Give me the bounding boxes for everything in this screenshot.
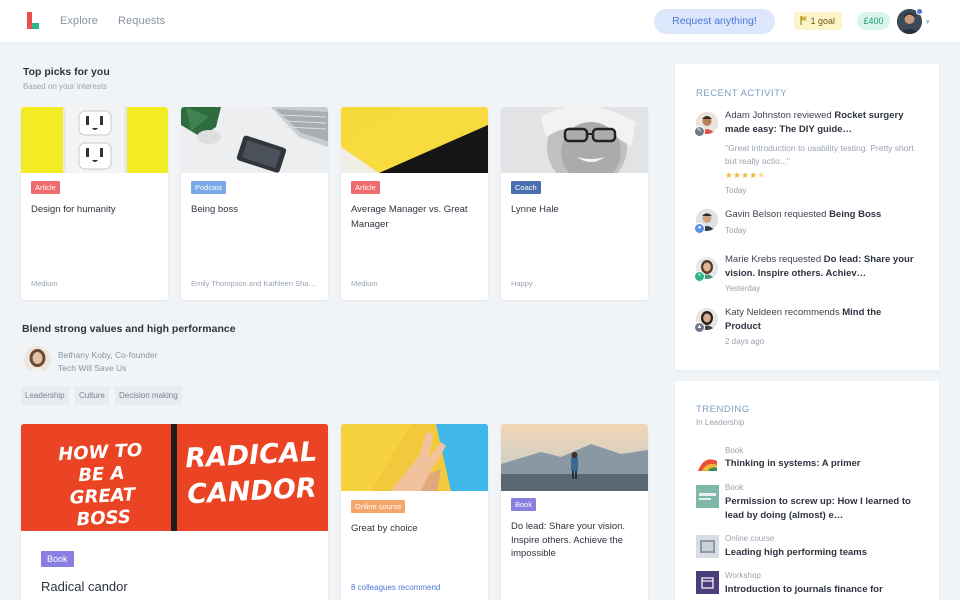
trending-title: TRENDING	[696, 404, 750, 415]
card-image	[501, 424, 648, 491]
pick-card-being-boss[interactable]: Podcast Being boss Emily Thompson and Ka…	[181, 107, 328, 300]
card-title: Lynne Hale	[511, 204, 559, 215]
activity-target-link[interactable]: Being Boss	[829, 209, 881, 220]
trending-type: Workshop	[725, 571, 761, 580]
author-name[interactable]: Bethany Koby, Co-founder	[58, 350, 158, 360]
activity-text: Gavin Belson requested Being Boss	[725, 209, 882, 220]
card-title: Average Manager vs. Great Manager	[351, 204, 468, 230]
pick-card-lynne-hale[interactable]: Coach Lynne Hale Happy	[501, 107, 648, 300]
notification-dot	[916, 8, 923, 15]
goal-badge[interactable]: 1 goal	[794, 12, 843, 31]
request-badge-icon: ●	[694, 223, 705, 234]
trending-thumb	[696, 451, 719, 474]
top-bar: Explore Requests Request anything! 1 goa…	[0, 0, 960, 43]
request-anything-button[interactable]: Request anything!	[654, 9, 775, 34]
card-type-tag: Book	[511, 498, 537, 511]
card-type-tag: Article	[351, 181, 380, 194]
book-cover-left-text: HOW TO BE A GREAT BOSS	[57, 439, 143, 531]
request-badge-icon: +	[694, 271, 705, 282]
recommend-badge-icon: ▲	[694, 322, 705, 333]
blend-card-do-lead[interactable]: Book Do lead: Share your vision. Inspire…	[501, 424, 648, 600]
author-avatar[interactable]	[24, 346, 51, 373]
author-company: Tech Will Save Us	[58, 363, 127, 373]
card-image	[341, 424, 488, 491]
blend-title: Blend strong values and high performance	[22, 323, 236, 335]
recent-activity-panel: RECENT ACTIVITY ✎ Adam Johnston reviewed…	[675, 64, 939, 370]
card-type-tag: Article	[31, 181, 60, 194]
flag-icon	[800, 13, 808, 31]
trending-thumb	[696, 535, 719, 558]
star-rating-icon: ★★★★★	[725, 170, 766, 180]
activity-text: Katy Neldeen recommends Mind the Product	[725, 307, 882, 332]
trending-item-title[interactable]: Thinking in systems: A primer	[725, 457, 917, 471]
trending-item-title[interactable]: Permission to screw up: How I learned to…	[725, 495, 917, 523]
book-cover-image: HOW TO BE A GREAT BOSS RADICAL CANDOR	[21, 424, 328, 531]
goal-label: 1 goal	[810, 16, 836, 26]
chip-decision-making[interactable]: Decision making	[115, 386, 182, 405]
recent-activity-title: RECENT ACTIVITY	[696, 88, 788, 99]
activity-time: Today	[725, 186, 747, 195]
blend-card-great-by-choice[interactable]: Online course Great by choice 8 colleagu…	[341, 424, 488, 600]
top-picks-title: Top picks for you	[23, 66, 110, 78]
trending-item-title[interactable]: Introduction to journals finance for	[725, 583, 917, 597]
card-image	[341, 107, 488, 173]
trending-subtitle: In Leadership	[696, 418, 745, 427]
review-quote: "Great introduction to usability testing…	[725, 143, 914, 166]
activity-text: Adam Johnston reviewed Rocket surgery ma…	[725, 110, 904, 135]
activity-time: Yesterday	[725, 284, 761, 293]
card-image	[21, 107, 168, 173]
card-title: Being boss	[191, 204, 239, 215]
card-title: Do lead: Share your vision. Inspire othe…	[511, 521, 626, 559]
chevron-down-icon[interactable]: ▾	[926, 18, 930, 26]
chip-culture[interactable]: Culture	[75, 386, 109, 405]
balance-badge[interactable]: £400	[857, 12, 890, 30]
trending-type: Book	[725, 483, 744, 492]
card-title: Design for humanity	[31, 204, 116, 215]
book-cover-right-text: RADICAL CANDOR	[184, 436, 318, 511]
card-type-tag: Podcast	[191, 181, 227, 194]
pick-card-average-manager[interactable]: Article Average Manager vs. Great Manage…	[341, 107, 488, 300]
card-title: Great by choice	[351, 523, 418, 534]
card-image	[501, 107, 648, 173]
review-badge-icon: ✎	[694, 126, 705, 137]
activity-time: 2 days ago	[725, 337, 765, 346]
chip-leadership[interactable]: Leadership	[21, 386, 69, 405]
colleagues-recommend-link[interactable]: 8 colleagues recommend	[351, 583, 440, 592]
calendar-icon	[696, 571, 719, 594]
nav-requests[interactable]: Requests	[118, 15, 165, 27]
top-picks-subtitle: Based on your interests	[23, 82, 108, 91]
card-source: Medium	[351, 279, 378, 288]
card-source: Medium	[31, 279, 58, 288]
logo-icon[interactable]	[26, 11, 40, 31]
nav-explore[interactable]: Explore	[60, 15, 98, 27]
card-source: Emily Thompson and Kathleen Shannon	[191, 279, 320, 288]
activity-time: Today	[725, 226, 747, 235]
card-type-tag: Coach	[511, 181, 541, 194]
card-type-tag: Online course	[351, 500, 406, 513]
card-type-tag: Book	[41, 551, 74, 567]
trending-type: Book	[725, 446, 744, 455]
card-title: Radical candor	[41, 579, 128, 594]
blend-card-radical-candor[interactable]: HOW TO BE A GREAT BOSS RADICAL CANDOR Bo…	[21, 424, 328, 600]
card-source: Happy	[511, 279, 533, 288]
trending-thumb	[696, 485, 719, 508]
trending-item-title[interactable]: Leading high performing teams	[725, 546, 917, 560]
card-image	[181, 107, 328, 173]
trending-panel: TRENDING In Leadership Book Thinking in …	[675, 381, 939, 600]
trending-type: Online course	[725, 534, 775, 543]
activity-text: Marie Krebs requested Do lead: Share you…	[725, 254, 914, 279]
pick-card-design-for-humanity[interactable]: Article Design for humanity Medium	[21, 107, 168, 300]
